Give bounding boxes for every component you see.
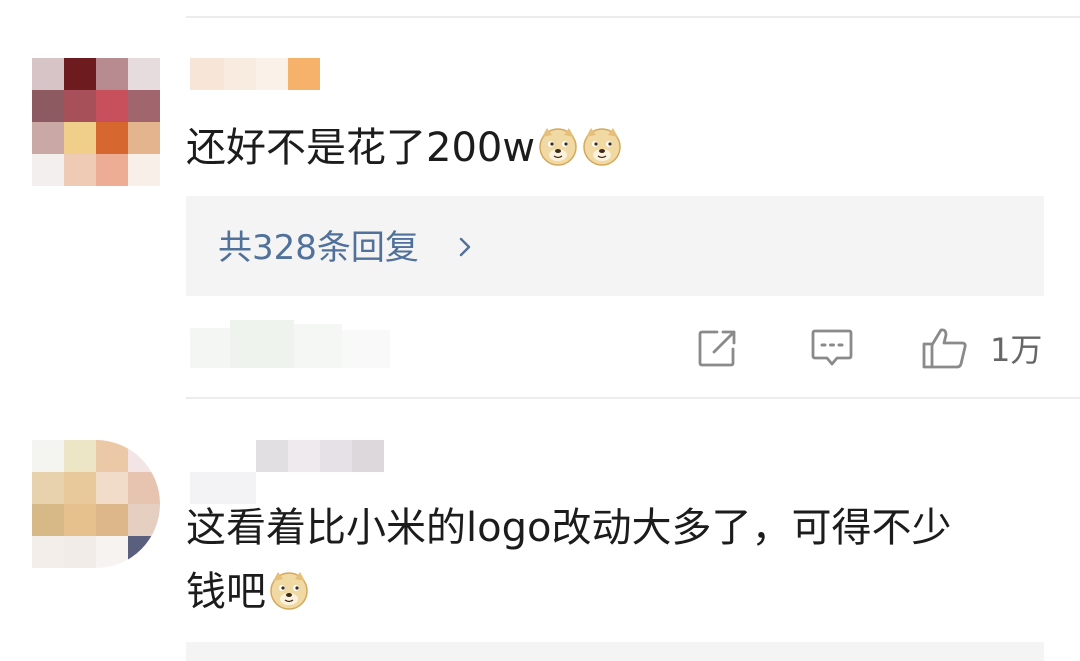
username[interactable] (256, 440, 384, 472)
replies-box[interactable] (186, 642, 1044, 661)
thumbs-up-icon[interactable] (921, 326, 969, 370)
doge-emoji (270, 572, 308, 610)
comment-divider (186, 397, 1080, 399)
comment-icon[interactable] (810, 328, 854, 370)
share-icon[interactable] (697, 328, 739, 368)
doge-emoji (539, 128, 577, 166)
comment-text-line1: 这看着比小米的logo改动大多了，可得不少 (186, 505, 952, 551)
comment-text: 这看着比小米的logo改动大多了，可得不少 (186, 500, 951, 556)
avatar[interactable] (32, 440, 160, 568)
avatar[interactable] (32, 58, 160, 186)
timestamp (190, 316, 390, 372)
replies-box[interactable]: 共328条回复 (186, 196, 1044, 296)
comment-text: 还好不是花了200w (186, 120, 623, 176)
comment-text-content: 还好不是花了200w (186, 125, 536, 171)
username[interactable] (190, 58, 322, 90)
view-replies-link[interactable]: 共328条回复 (218, 226, 419, 270)
comment-text-continued: 钱吧 (186, 564, 310, 620)
chevron-right-icon (459, 237, 471, 257)
like-count: 1万 (990, 331, 1043, 369)
doge-emoji (583, 128, 621, 166)
comment-text-line2: 钱吧 (186, 569, 266, 615)
top-divider (186, 16, 1080, 18)
